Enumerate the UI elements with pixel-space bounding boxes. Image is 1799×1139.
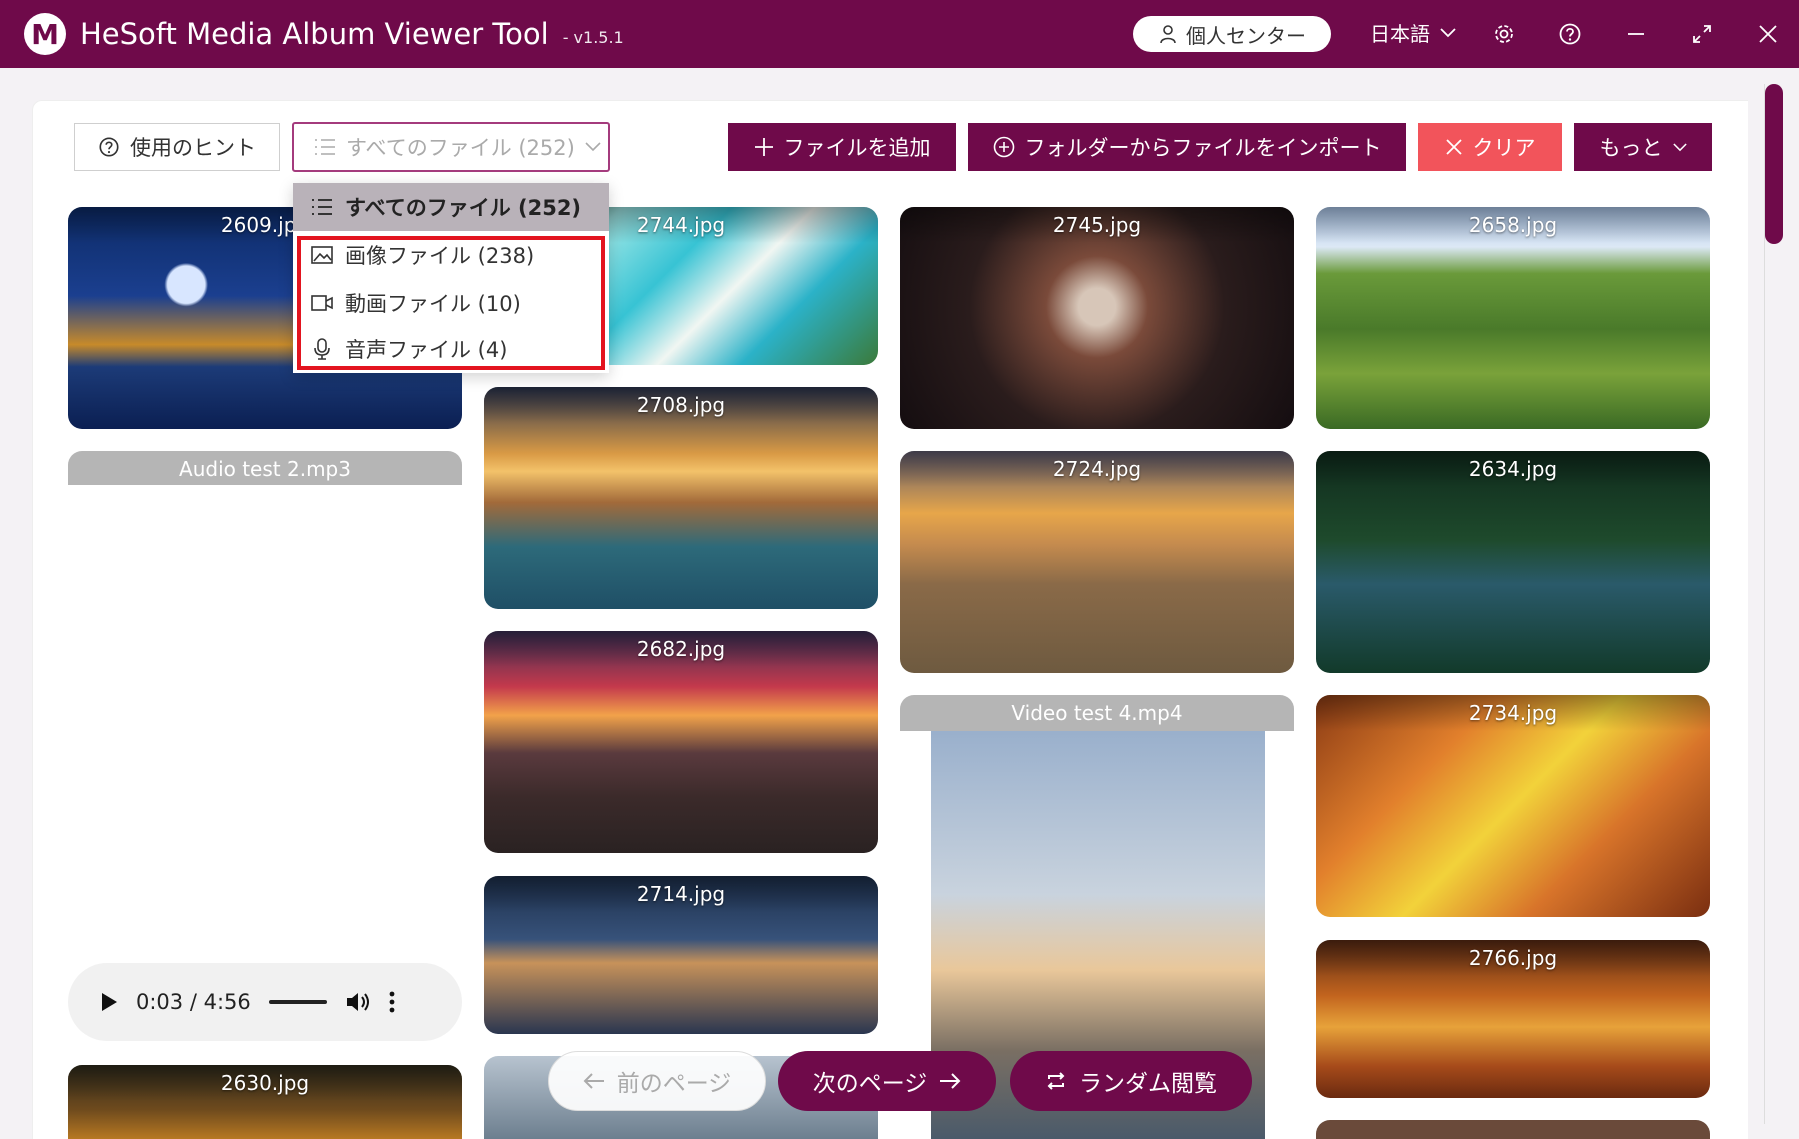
filter-option-label: すべてのファイル (252) [345,196,582,220]
app-title: HeSoft Media Album Viewer Tool [80,17,549,51]
close-icon [1445,139,1462,155]
import-folder-label: フォルダーからファイルをインポート [1024,136,1382,160]
media-card[interactable]: 2745.jpg [900,207,1294,429]
media-card-label: 2658.jpg [1316,207,1710,243]
chevron-down-icon [1440,27,1456,37]
help-icon [1559,23,1581,45]
random-browse-button[interactable]: ランダム閲覧 [1010,1051,1252,1111]
file-type-dropdown: すべてのファイル (252) 画像ファイル (238) 動画ファイル (10) … [293,183,609,373]
media-card-label: 2766.jpg [1316,940,1710,976]
maximize-button[interactable] [1688,20,1716,48]
gear-icon [1495,25,1513,43]
minimize-icon [1628,33,1644,35]
list-icon [312,199,332,215]
play-icon[interactable] [100,992,118,1012]
prev-page-button[interactable]: 前のページ [548,1051,766,1111]
media-card-label: 2714.jpg [484,876,878,912]
more-button[interactable]: もっと [1574,123,1712,171]
help-icon [99,137,119,157]
help-button[interactable] [1556,20,1584,48]
audio-progress-slider[interactable] [268,1000,327,1004]
media-card[interactable]: 2734.jpg [1316,695,1710,917]
media-card-label: Video test 4.mp4 [900,695,1294,731]
media-card[interactable]: 2724.jpg [900,451,1294,673]
chevron-down-icon [1672,142,1687,151]
media-card-label: Audio test 2.mp3 [68,451,462,485]
minimize-button[interactable] [1622,20,1650,48]
expand-icon [1693,25,1711,43]
random-browse-label: ランダム閲覧 [1079,1071,1217,1097]
plus-icon [754,138,773,156]
app-version: - v1.5.1 [562,27,624,47]
audio-time: 0:03 / 4:56 [136,990,251,1014]
usage-hint-button[interactable]: 使用のヒント [74,123,280,171]
arrow-right-icon [940,1073,961,1089]
profile-button[interactable]: 個人センター [1133,16,1331,52]
repeat-icon [1047,1072,1065,1090]
media-card-label: 2630.jpg [68,1065,462,1101]
language-select[interactable]: 日本語 [1370,18,1456,47]
file-type-filter[interactable]: すべてのファイル (252) [292,122,610,172]
clear-label: クリア [1472,136,1536,160]
media-card-label: 2682.jpg [484,631,878,667]
add-files-label: ファイルを追加 [783,136,931,160]
more-vertical-icon[interactable] [389,991,395,1013]
profile-label: 個人センター [1186,23,1306,48]
media-card[interactable]: 2634.jpg [1316,451,1710,673]
clear-button[interactable]: クリア [1418,123,1562,171]
import-folder-button[interactable]: フォルダーからファイルをインポート [968,123,1406,171]
title-bar: M HeSoft Media Album Viewer Tool - v1.5.… [0,0,1799,68]
user-icon [1160,25,1176,44]
audio-player[interactable]: 0:03 / 4:56 [68,963,462,1041]
filter-option-all[interactable]: すべてのファイル (252) [293,183,609,231]
next-page-label: 次のページ [812,1071,928,1097]
filter-selected-label: すべてのファイル (252) [346,136,575,160]
media-card[interactable]: 2714.jpg [484,876,878,1034]
prev-page-label: 前のページ [616,1071,732,1097]
close-button[interactable] [1754,20,1782,48]
media-card[interactable]: 2708.jpg [484,387,878,609]
media-card[interactable]: 2766.jpg [1316,940,1710,1098]
close-icon [1759,25,1777,43]
media-card-label: 2745.jpg [900,207,1294,243]
app-logo: M [24,13,66,55]
list-icon [315,139,335,155]
media-card-label: 2634.jpg [1316,451,1710,487]
media-card[interactable]: 2682.jpg [484,631,878,853]
more-label: もっと [1599,136,1663,160]
add-files-button[interactable]: ファイルを追加 [728,123,956,171]
next-page-button[interactable]: 次のページ [778,1051,996,1111]
media-card[interactable]: 2658.jpg [1316,207,1710,429]
media-card-label: 2734.jpg [1316,695,1710,731]
highlight-box [297,236,605,370]
usage-hint-label: 使用のヒント [130,136,256,160]
settings-button[interactable] [1490,20,1518,48]
media-card-partial[interactable] [1316,1120,1710,1139]
media-card-label: 2724.jpg [900,451,1294,487]
chevron-down-icon [585,142,601,152]
scrollbar-thumb[interactable] [1765,84,1783,244]
media-card[interactable]: 2630.jpg [68,1065,462,1139]
language-label: 日本語 [1370,22,1430,46]
volume-icon[interactable] [345,991,371,1013]
plus-circle-icon [993,136,1014,158]
media-card-audio[interactable]: Audio test 2.mp3 [68,451,462,485]
media-card-label: 2708.jpg [484,387,878,423]
arrow-left-icon [583,1073,604,1089]
